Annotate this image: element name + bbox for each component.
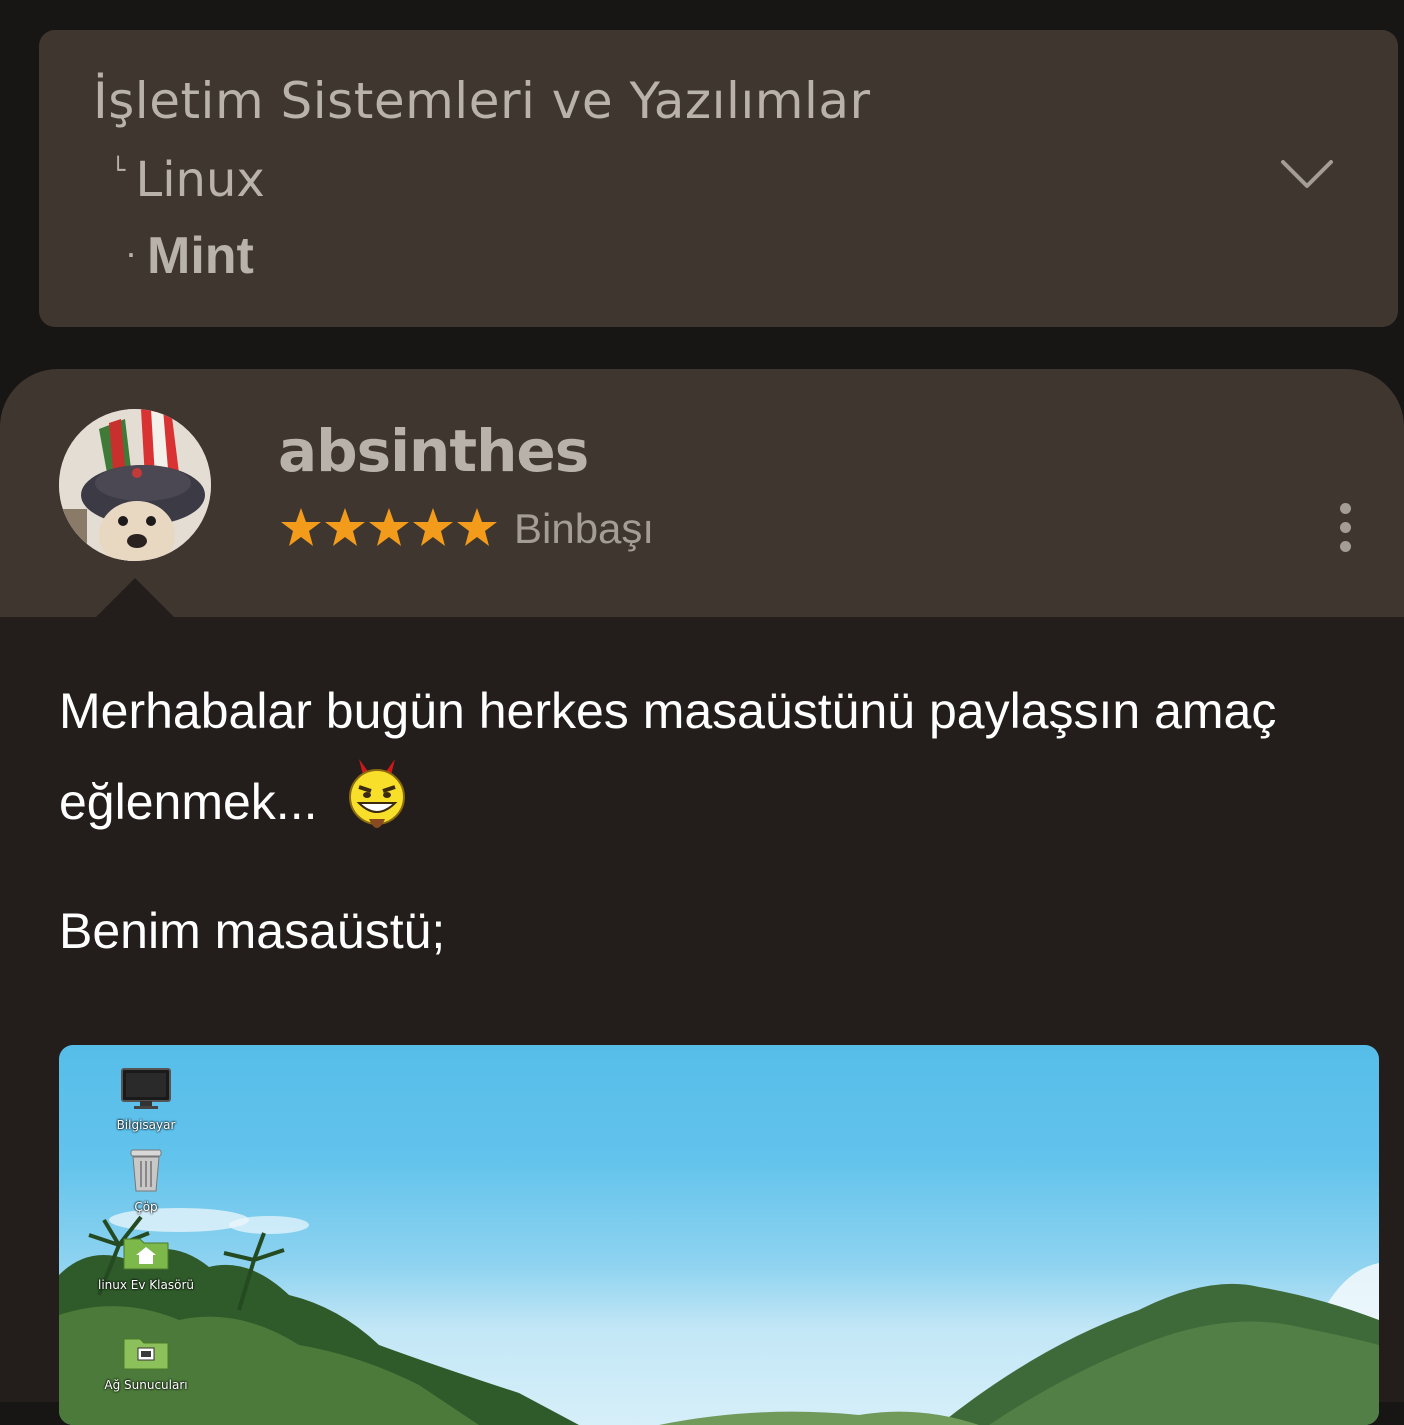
post-paragraph: Merhabalar bugün herkes masaüstünü payla… [59, 667, 1359, 846]
author-username[interactable]: absinthes [278, 417, 589, 485]
desktop-icon-label: Çöp [134, 1200, 158, 1214]
desktop-icon-label: Ağ Sunucuları [104, 1378, 188, 1392]
desktop-icon-label: Bilgisayar [116, 1118, 176, 1132]
star-icon [281, 508, 497, 546]
post-paragraph: Benim masaüstü; [59, 903, 446, 959]
breadcrumb-subcategory-link[interactable]: └ Linux [111, 152, 265, 208]
post-paragraph-text: Merhabalar bugün herkes masaüstünü payla… [59, 683, 1277, 830]
breadcrumb-current: · Mint [125, 226, 254, 286]
avatar[interactable] [59, 409, 211, 561]
desktop-screenshot[interactable]: Bilgisayar Çöp linux Ev Klasörü Ağ Sunuc… [59, 1045, 1379, 1425]
trash-icon [130, 1149, 162, 1192]
devil-smiley-icon [349, 759, 406, 828]
landscape-wallpaper [59, 1208, 1379, 1425]
breadcrumb-subcategory-label: Linux [135, 152, 265, 208]
desktop-icon-home[interactable]: linux Ev Klasörü [76, 1233, 216, 1292]
author-rank: Binbaşı [514, 505, 655, 552]
post-header: absinthes Binbaşı [0, 369, 1404, 617]
breadcrumb-current-label: Mint [147, 227, 254, 285]
post-body: Merhabalar bugün herkes masaüstünü payla… [0, 617, 1404, 1425]
desktop-icon-computer[interactable]: Bilgisayar [76, 1067, 216, 1132]
monitor-icon [121, 1068, 171, 1109]
home-folder-icon [123, 1238, 169, 1270]
chevron-down-icon[interactable] [1279, 156, 1335, 196]
avatar-image [59, 409, 211, 561]
desktop-icon-network[interactable]: Ağ Sunucuları [76, 1333, 216, 1392]
breadcrumb-category-link[interactable]: İşletim Sistemleri ve Yazılımlar [93, 72, 871, 130]
network-folder-icon [123, 1338, 169, 1370]
breadcrumb: İşletim Sistemleri ve Yazılımlar └ Linux … [39, 30, 1398, 327]
rank-stars [281, 508, 497, 546]
tree-corner-icon: └ [111, 156, 126, 184]
bullet-icon: · [125, 232, 137, 273]
desktop-icon-label: linux Ev Klasörü [98, 1278, 194, 1292]
more-options-icon[interactable] [1330, 503, 1360, 557]
post-pointer-arrow [95, 578, 175, 618]
desktop-icon-trash[interactable]: Çöp [76, 1147, 216, 1214]
